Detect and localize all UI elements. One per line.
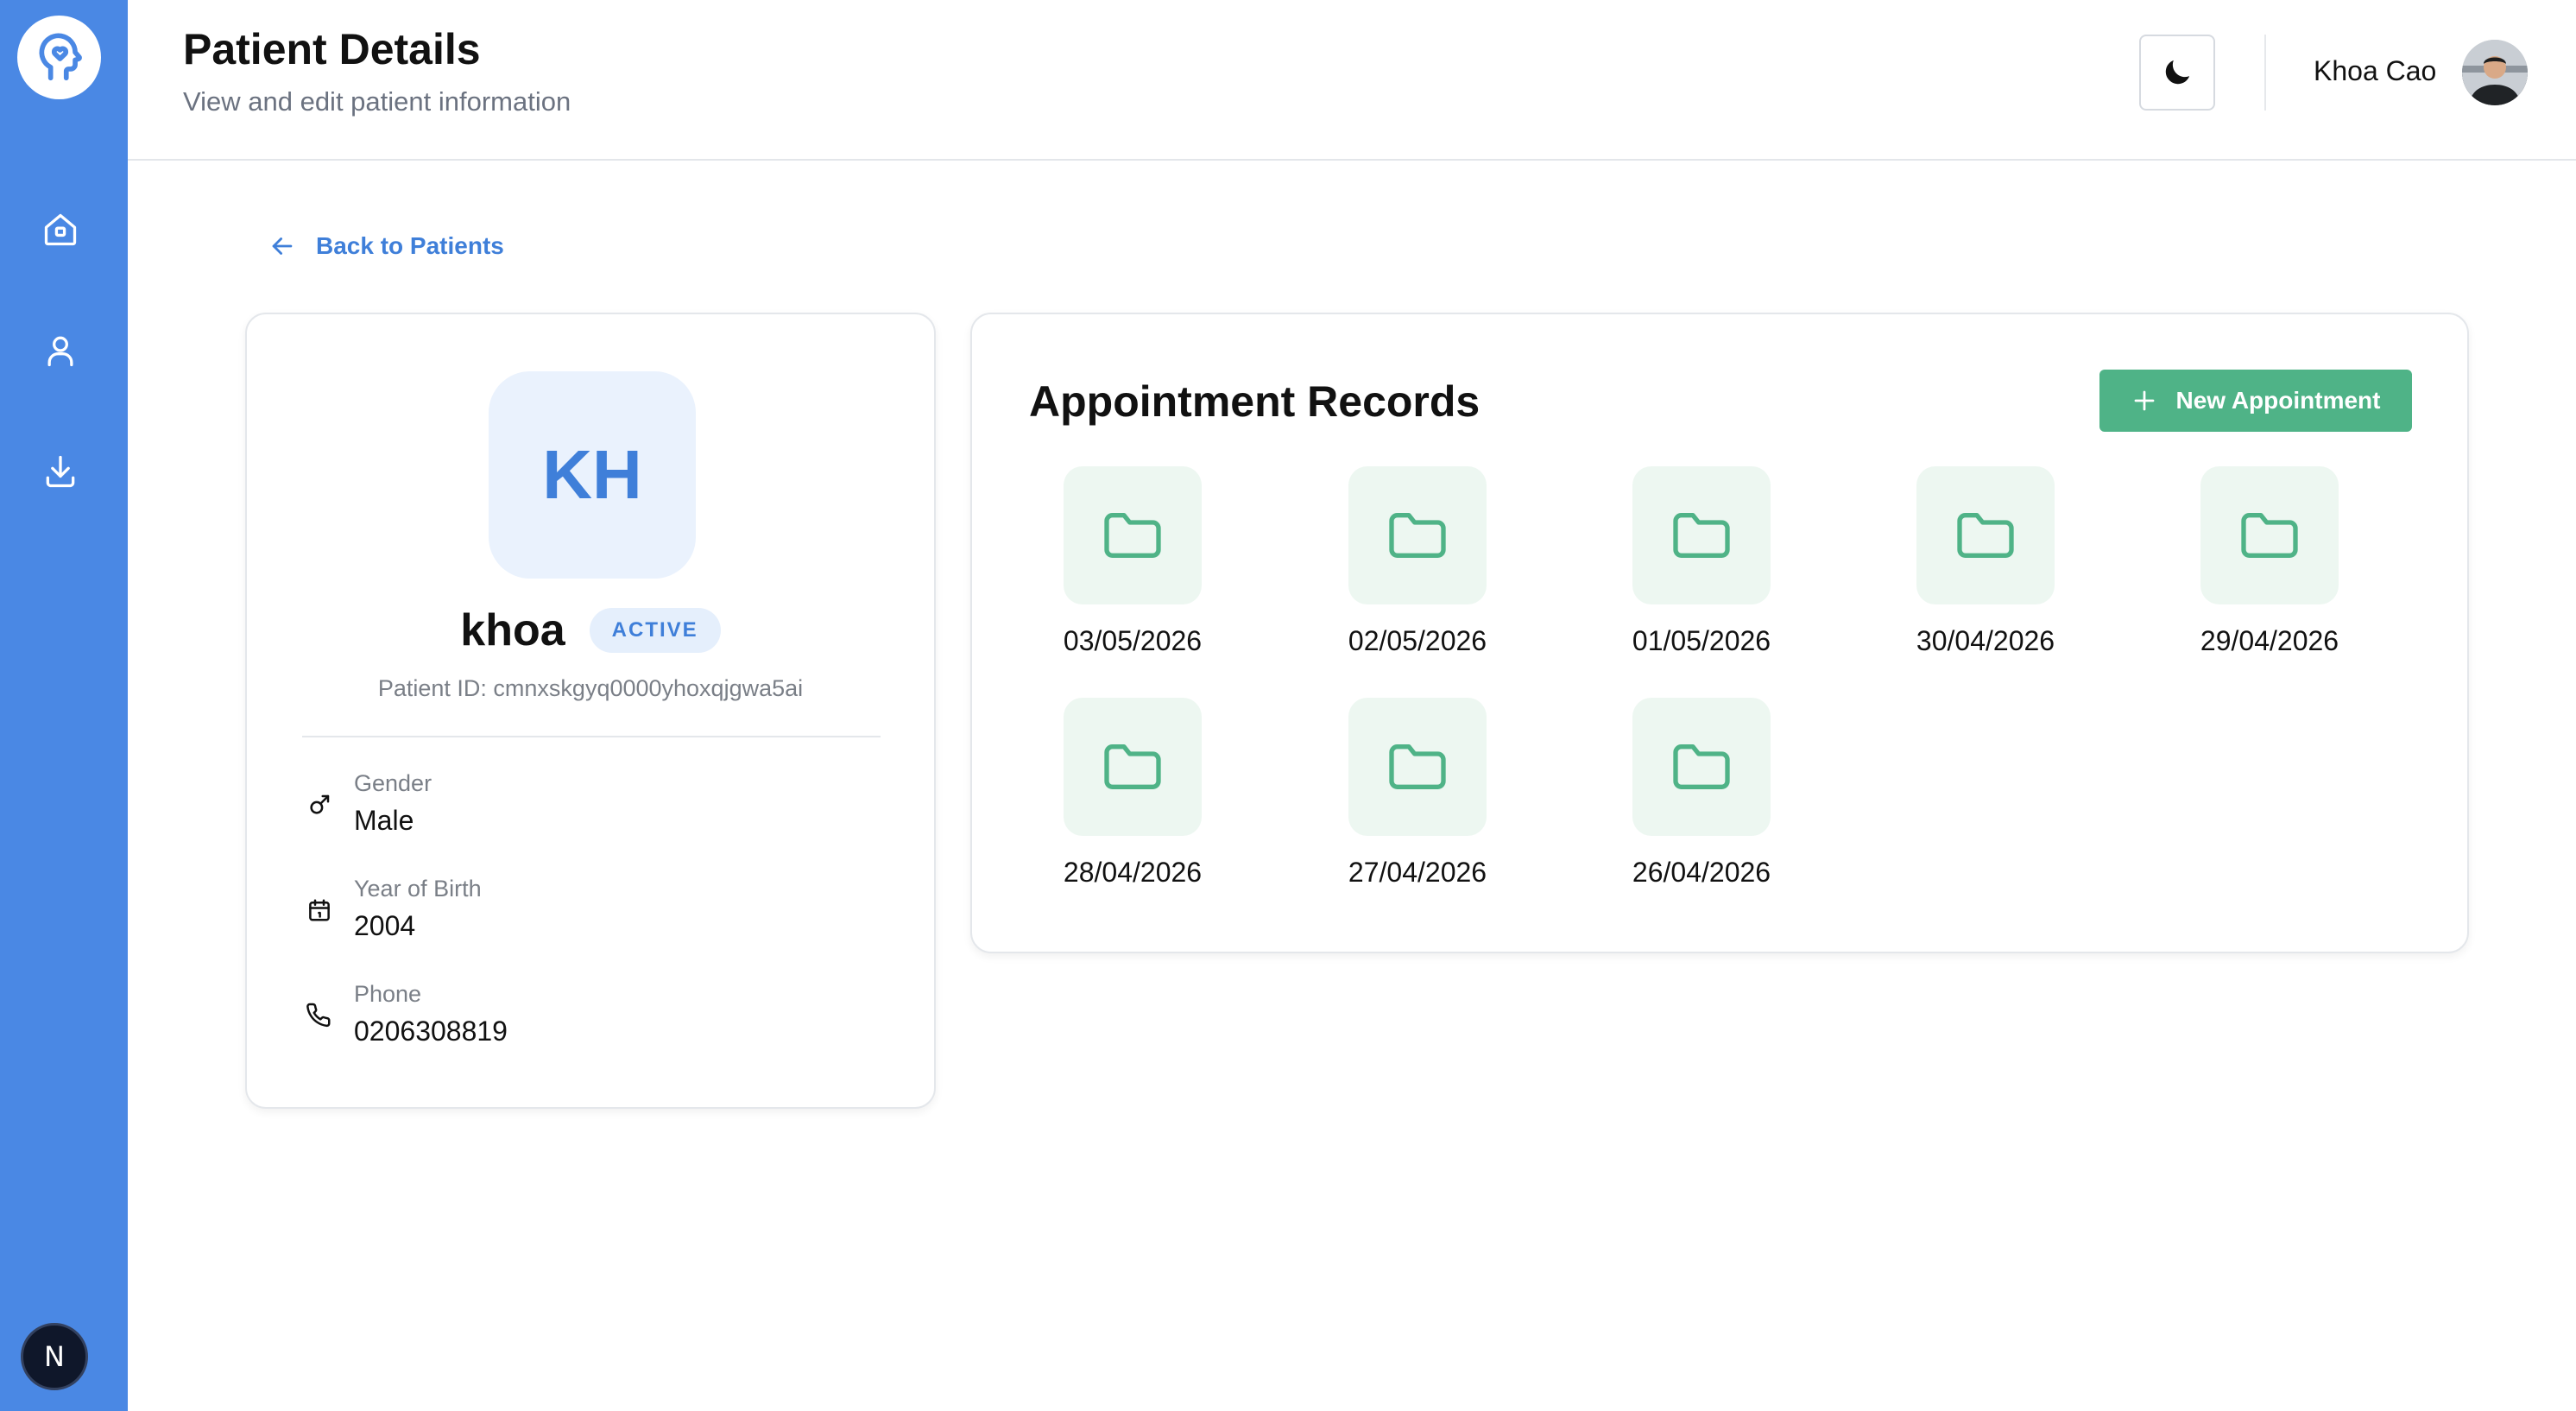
appointment-record[interactable]: 02/05/2026	[1305, 466, 1530, 674]
folder-tile	[1348, 698, 1487, 836]
record-date: 28/04/2026	[1063, 857, 1203, 888]
patient-info-card: KH khoa ACTIVE Patient ID: cmnxskgyq0000…	[245, 313, 936, 1109]
patient-initials: KH	[542, 436, 642, 513]
folder-icon	[1104, 744, 1161, 789]
record-date: 01/05/2026	[1632, 625, 1771, 656]
dev-tools-badge[interactable]: N	[21, 1323, 88, 1390]
folder-icon	[1957, 513, 2014, 558]
appointment-record[interactable]: 27/04/2026	[1305, 698, 1530, 905]
folder-icon	[1673, 744, 1730, 789]
sidebar: N	[0, 0, 128, 1411]
phone-value: 0206308819	[354, 1016, 508, 1047]
app-logo[interactable]	[17, 16, 101, 99]
folder-icon	[2241, 513, 2298, 558]
folder-icon	[1104, 513, 1161, 558]
new-appointment-button[interactable]: New Appointment	[2099, 370, 2412, 432]
year-of-birth-label: Year of Birth	[354, 876, 482, 902]
gender-value: Male	[354, 805, 414, 836]
home-icon	[44, 213, 77, 246]
page-subtitle: View and edit patient information	[183, 86, 571, 117]
download-icon	[46, 455, 75, 488]
record-date: 29/04/2026	[2200, 625, 2339, 656]
folder-tile	[1632, 698, 1771, 836]
user-name: Khoa Cao	[2314, 55, 2437, 86]
folder-tile	[1916, 466, 2055, 604]
male-symbol-icon	[302, 788, 337, 822]
folder-tile	[1064, 466, 1202, 604]
card-divider	[302, 736, 881, 737]
top-header: Patient Details View and edit patient in…	[128, 0, 2576, 161]
gender-label: Gender	[354, 770, 432, 796]
page-title: Patient Details	[183, 25, 481, 73]
appointment-record[interactable]: 28/04/2026	[1020, 698, 1245, 905]
new-appointment-label: New Appointment	[2175, 387, 2381, 414]
appointment-records-card: Appointment Records New Appointment 03/0…	[970, 313, 2469, 953]
folder-icon	[1389, 744, 1446, 789]
brain-head-icon	[39, 33, 82, 80]
folder-tile	[2200, 466, 2339, 604]
sidebar-item-home[interactable]	[29, 199, 92, 261]
dev-tools-badge-letter: N	[44, 1340, 65, 1373]
appointment-record[interactable]: 30/04/2026	[1873, 466, 2098, 674]
plus-icon	[2134, 390, 2154, 411]
appointment-record[interactable]: 03/05/2026	[1020, 466, 1245, 674]
appointment-record[interactable]: 01/05/2026	[1589, 466, 1814, 674]
avatar-photo	[2462, 40, 2528, 105]
phone-label: Phone	[354, 981, 422, 1007]
year-of-birth-value: 2004	[354, 910, 416, 941]
moon-icon	[2165, 60, 2190, 85]
folder-icon	[1389, 513, 1446, 558]
folder-tile	[1064, 698, 1202, 836]
appointment-record[interactable]: 26/04/2026	[1589, 698, 1814, 905]
back-to-patients-link[interactable]: Back to Patients	[268, 231, 504, 261]
appointment-record[interactable]: 29/04/2026	[2157, 466, 2382, 674]
record-date: 03/05/2026	[1063, 625, 1203, 656]
folder-tile	[1632, 466, 1771, 604]
theme-toggle-button[interactable]	[2139, 35, 2215, 111]
record-date: 27/04/2026	[1348, 857, 1487, 888]
record-date: 26/04/2026	[1632, 857, 1771, 888]
arrow-left-icon	[272, 237, 293, 255]
record-date: 30/04/2026	[1916, 625, 2055, 656]
folder-icon	[1673, 513, 1730, 558]
status-badge: ACTIVE	[589, 608, 721, 653]
patient-name: khoa	[460, 605, 565, 655]
patient-initials-avatar: KH	[489, 371, 696, 579]
record-date: 02/05/2026	[1348, 625, 1487, 656]
user-icon	[47, 336, 73, 367]
user-avatar[interactable]	[2462, 40, 2528, 105]
calendar-icon	[302, 893, 337, 927]
back-link-label: Back to Patients	[316, 232, 504, 259]
appointment-records-title: Appointment Records	[1029, 377, 1481, 426]
folder-tile	[1348, 466, 1487, 604]
sidebar-item-download[interactable]	[29, 440, 92, 503]
patient-name-row: khoa ACTIVE	[247, 604, 934, 656]
header-divider	[2264, 35, 2266, 111]
patient-id: Patient ID: cmnxskgyq0000yhoxqjgwa5ai	[377, 675, 804, 701]
phone-icon	[302, 998, 337, 1033]
sidebar-item-patients[interactable]	[29, 320, 92, 382]
